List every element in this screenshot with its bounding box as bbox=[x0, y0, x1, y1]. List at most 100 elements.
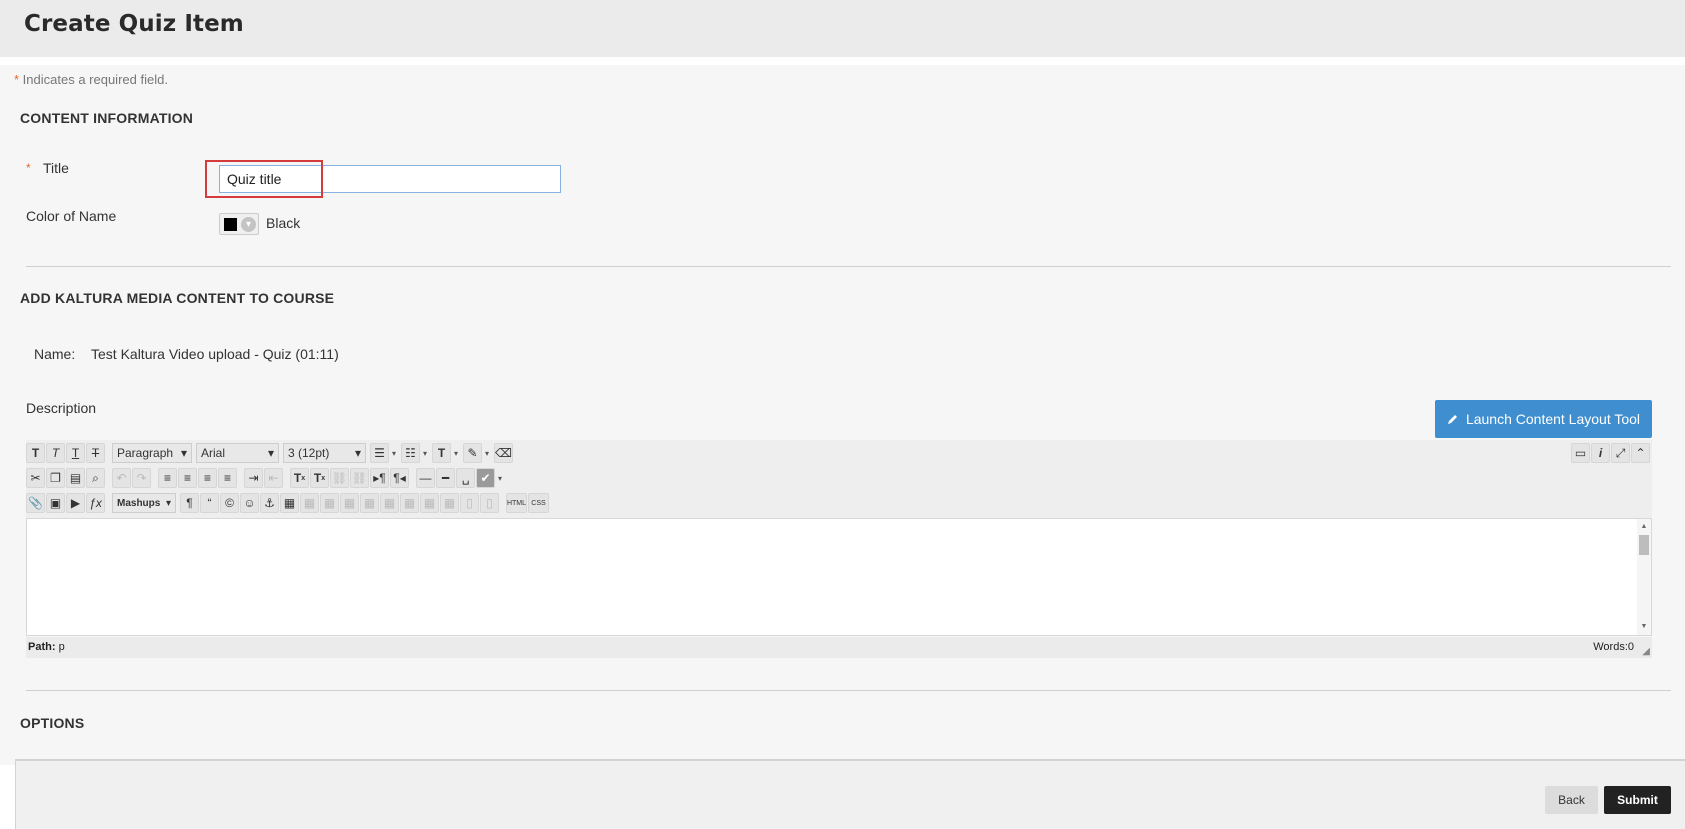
color-value: Black bbox=[266, 215, 301, 231]
preview-icon[interactable]: ▭ bbox=[1571, 443, 1590, 463]
chevron-down-icon: ▾ bbox=[354, 446, 361, 460]
toolbar-right-group: ▭ i ⤢ ⌃ bbox=[1571, 443, 1651, 463]
link-icon[interactable]: ⛓ bbox=[330, 468, 349, 488]
title-input[interactable] bbox=[219, 165, 561, 193]
nonbreaking-space-icon[interactable]: ␣ bbox=[456, 468, 475, 488]
chevron-down-icon[interactable]: ▾ bbox=[452, 449, 460, 458]
spellcheck-icon[interactable]: ✔ bbox=[476, 468, 495, 488]
unlink-icon[interactable]: ⛓ bbox=[350, 468, 369, 488]
kaltura-heading: ADD KALTURA MEDIA CONTENT TO COURSE bbox=[20, 290, 335, 306]
superscript-icon[interactable]: Tx bbox=[290, 468, 309, 488]
insert-table-icon[interactable]: ▦ bbox=[280, 493, 299, 513]
css-button[interactable]: CSS bbox=[528, 493, 549, 513]
words-label: Words: bbox=[1593, 641, 1628, 653]
insert-image-icon[interactable]: ▣ bbox=[46, 493, 65, 513]
underline-icon[interactable]: T bbox=[66, 443, 85, 463]
section-divider bbox=[26, 690, 1671, 691]
chevron-down-icon: ▾ bbox=[241, 217, 256, 232]
scroll-down-icon[interactable]: ▼ bbox=[1637, 621, 1651, 633]
scroll-thumb[interactable] bbox=[1639, 535, 1649, 555]
back-button[interactable]: Back bbox=[1545, 786, 1598, 814]
merge-cells-icon[interactable]: ▯ bbox=[480, 493, 499, 513]
bullet-list-icon[interactable]: ☰ bbox=[370, 443, 389, 463]
strikethrough-icon[interactable]: T bbox=[86, 443, 105, 463]
paragraph-mark-icon[interactable]: ¶ bbox=[180, 493, 199, 513]
align-left-icon[interactable]: ≡ bbox=[158, 468, 177, 488]
editor-toolbar: T T T T Paragraph ▾ Arial ▾ 3 (12pt) ▾ ☰ ▾ ☷… bbox=[26, 440, 1652, 518]
color-of-name-label: Color of Name bbox=[26, 208, 117, 224]
bold-rule-icon[interactable]: ━ bbox=[436, 468, 455, 488]
path-value: p bbox=[58, 641, 65, 653]
collapse-toolbar-icon[interactable]: ⌃ bbox=[1631, 443, 1650, 463]
submit-button[interactable]: Submit bbox=[1604, 786, 1671, 814]
font-size-select[interactable]: 3 (12pt) ▾ bbox=[283, 443, 366, 463]
paste-icon[interactable]: ▤ bbox=[66, 468, 85, 488]
info-icon[interactable]: i bbox=[1591, 443, 1610, 463]
rtl-icon[interactable]: ¶◂ bbox=[390, 468, 409, 488]
eraser-icon[interactable]: ⌫ bbox=[494, 443, 513, 463]
subscript-icon[interactable]: Tx bbox=[310, 468, 329, 488]
editor-scrollbar[interactable]: ▲ ▼ bbox=[1637, 519, 1651, 635]
delete-row-icon[interactable]: ▦ bbox=[380, 493, 399, 513]
insert-row-after-icon[interactable]: ▦ bbox=[360, 493, 379, 513]
horizontal-rule-icon[interactable]: — bbox=[416, 468, 435, 488]
required-field-note: * Indicates a required field. bbox=[14, 72, 168, 87]
toolbar-row-3: 📎 ▣ ▶ ƒx Mashups ▾ ¶ “ © ☺ ⚓ ▦ ▦ ▦ ▦ ▦ ▦ … bbox=[26, 492, 550, 514]
table-cell-props-icon[interactable]: ▦ bbox=[320, 493, 339, 513]
scroll-up-icon[interactable]: ▲ bbox=[1637, 521, 1651, 533]
pencil-icon bbox=[1447, 415, 1457, 424]
page-header: Create Quiz Item bbox=[0, 0, 1685, 57]
launch-content-layout-tool-button[interactable]: Launch Content Layout Tool bbox=[1435, 400, 1652, 438]
special-character-icon[interactable]: © bbox=[220, 493, 239, 513]
cut-icon[interactable]: ✂ bbox=[26, 468, 45, 488]
chevron-down-icon[interactable]: ▾ bbox=[421, 449, 429, 458]
bold-icon[interactable]: T bbox=[26, 443, 45, 463]
emoticon-icon[interactable]: ☺ bbox=[240, 493, 259, 513]
italic-icon[interactable]: T bbox=[46, 443, 65, 463]
highlight-color-icon[interactable]: ✎ bbox=[463, 443, 482, 463]
html-source-button[interactable]: HTML bbox=[506, 493, 527, 513]
indent-icon[interactable]: ⇥ bbox=[244, 468, 263, 488]
chevron-down-icon[interactable]: ▾ bbox=[496, 474, 504, 483]
insert-column-before-icon[interactable]: ▦ bbox=[400, 493, 419, 513]
ltr-icon[interactable]: ▸¶ bbox=[370, 468, 389, 488]
numbered-list-icon[interactable]: ☷ bbox=[401, 443, 420, 463]
chevron-down-icon[interactable]: ▾ bbox=[483, 449, 491, 458]
attach-file-icon[interactable]: 📎 bbox=[26, 493, 45, 513]
resize-handle-icon[interactable]: ◢ bbox=[1642, 646, 1650, 657]
math-formula-icon[interactable]: ƒx bbox=[86, 493, 105, 513]
delete-column-icon[interactable]: ▦ bbox=[440, 493, 459, 513]
paragraph-format-value: Paragraph bbox=[117, 446, 174, 460]
align-right-icon[interactable]: ≡ bbox=[198, 468, 217, 488]
insert-column-after-icon[interactable]: ▦ bbox=[420, 493, 439, 513]
mashups-select[interactable]: Mashups ▾ bbox=[112, 493, 176, 513]
page-title: Create Quiz Item bbox=[24, 11, 244, 37]
toolbar-row-1: T T T T Paragraph ▾ Arial ▾ 3 (12pt) ▾ ☰ ▾ ☷… bbox=[26, 442, 514, 464]
mashups-label: Mashups bbox=[117, 497, 161, 509]
options-heading: OPTIONS bbox=[20, 715, 85, 731]
blockquote-icon[interactable]: “ bbox=[200, 493, 219, 513]
chevron-down-icon[interactable]: ▾ bbox=[390, 449, 398, 458]
paragraph-format-select[interactable]: Paragraph ▾ bbox=[112, 443, 192, 463]
table-row-props-icon[interactable]: ▦ bbox=[300, 493, 319, 513]
copy-icon[interactable]: ❐ bbox=[46, 468, 65, 488]
align-center-icon[interactable]: ≡ bbox=[178, 468, 197, 488]
font-family-value: Arial bbox=[201, 446, 226, 460]
text-color-icon[interactable]: T bbox=[432, 443, 451, 463]
editor-path: Path: p bbox=[28, 641, 65, 653]
fullscreen-icon[interactable]: ⤢ bbox=[1611, 443, 1630, 463]
redo-icon[interactable]: ↷ bbox=[132, 468, 151, 488]
undo-icon[interactable]: ↶ bbox=[112, 468, 131, 488]
insert-row-before-icon[interactable]: ▦ bbox=[340, 493, 359, 513]
path-label: Path: bbox=[28, 641, 56, 653]
find-icon[interactable]: ⌕ bbox=[86, 468, 105, 488]
outdent-icon[interactable]: ⇤ bbox=[264, 468, 283, 488]
align-justify-icon[interactable]: ≡ bbox=[218, 468, 237, 488]
description-editor[interactable]: ▲ ▼ bbox=[26, 518, 1652, 636]
description-label: Description bbox=[26, 400, 97, 416]
insert-media-icon[interactable]: ▶ bbox=[66, 493, 85, 513]
split-cells-icon[interactable]: ▯ bbox=[460, 493, 479, 513]
anchor-icon[interactable]: ⚓ bbox=[260, 493, 279, 513]
color-picker-button[interactable]: ▾ bbox=[219, 213, 259, 235]
font-family-select[interactable]: Arial ▾ bbox=[196, 443, 279, 463]
